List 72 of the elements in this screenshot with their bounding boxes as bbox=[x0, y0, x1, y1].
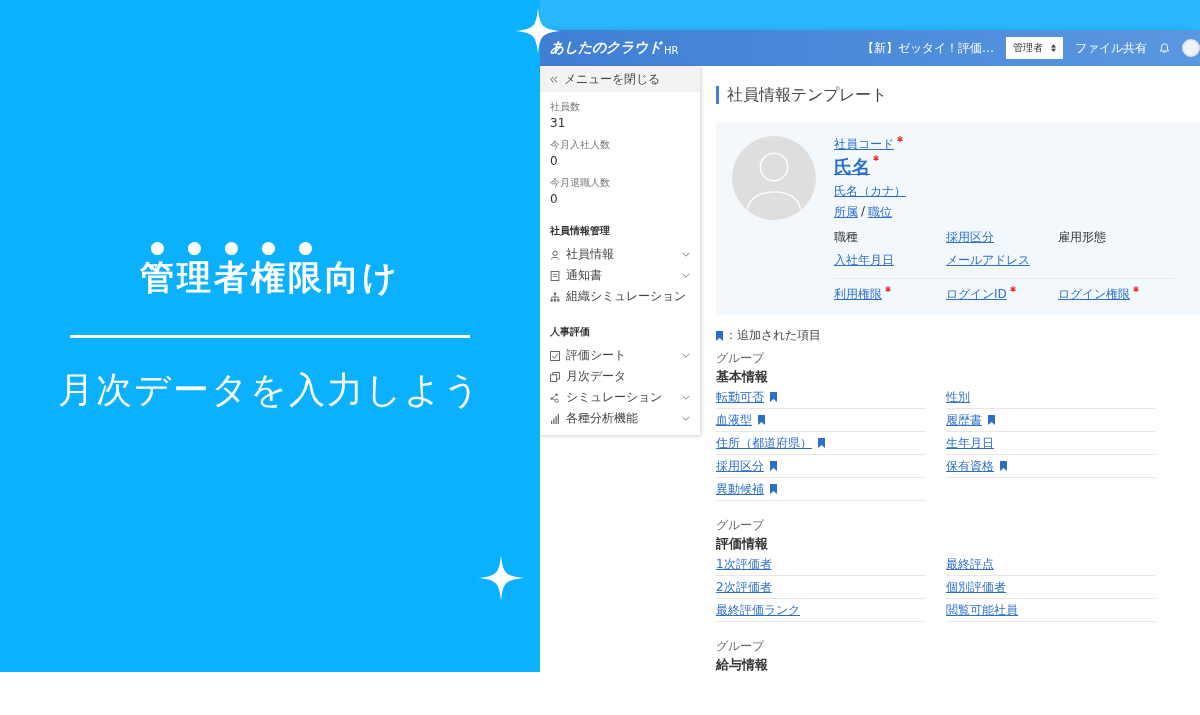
group-title: 給与情報 bbox=[716, 656, 769, 674]
menu-item[interactable]: 月次データ bbox=[540, 366, 700, 387]
subheadline: 月次データを入力しよう bbox=[58, 368, 482, 412]
menu-item[interactable]: 組織シミュレーション bbox=[540, 286, 700, 307]
field-link[interactable]: 転勤可否 bbox=[716, 388, 764, 406]
section-title: 社員情報管理 bbox=[549, 224, 611, 238]
field-link[interactable]: ログイン権限 bbox=[1058, 286, 1130, 303]
logo[interactable]: あしたのクラウド bbox=[550, 39, 662, 57]
stat-value: 0 bbox=[550, 154, 559, 168]
field-link[interactable]: 閲覧可能社員 bbox=[946, 601, 1018, 619]
name-kana-link[interactable]: 氏名（カナ） bbox=[834, 183, 906, 200]
nodes-icon bbox=[550, 392, 560, 403]
field-link[interactable]: 1次評価者 bbox=[716, 555, 772, 573]
bar-chart-icon bbox=[550, 413, 560, 424]
avatar[interactable] bbox=[1182, 39, 1200, 57]
close-menu-button[interactable]: メニューを閉じる bbox=[540, 66, 700, 92]
menu-item[interactable]: 社員情報 bbox=[540, 244, 700, 265]
field-link[interactable]: 血液型 bbox=[716, 411, 752, 429]
group-caption: グループ bbox=[716, 517, 766, 534]
field-link[interactable]: 保有資格 bbox=[946, 457, 994, 475]
logo-suffix: HR bbox=[664, 44, 679, 56]
name-link[interactable]: 氏名 bbox=[834, 155, 870, 179]
field-link[interactable]: 採用区分 bbox=[716, 457, 764, 475]
double-chevron-left-icon bbox=[550, 75, 558, 83]
field-link[interactable]: ログインID bbox=[946, 286, 1007, 303]
role-select[interactable]: 管理者 bbox=[1006, 37, 1063, 59]
group-title: 評価情報 bbox=[716, 535, 769, 553]
person-icon bbox=[550, 249, 560, 260]
menu-item[interactable]: シミュレーション bbox=[540, 387, 700, 408]
field-label: 雇用形態 bbox=[1058, 229, 1106, 246]
field-link[interactable]: 性別 bbox=[946, 388, 970, 406]
org-chart-icon bbox=[550, 291, 560, 302]
stat-label: 今月退職人数 bbox=[550, 176, 611, 190]
field-label: 職種 bbox=[834, 229, 858, 246]
stat-label: 今月入社人数 bbox=[550, 138, 611, 152]
stat-value: 31 bbox=[550, 116, 567, 130]
sort-arrows-icon bbox=[1051, 44, 1056, 52]
field-link[interactable]: 採用区分 bbox=[946, 229, 994, 246]
field-link[interactable]: 最終評点 bbox=[946, 555, 994, 573]
legend-text: ：追加された項目 bbox=[725, 327, 821, 344]
bell-icon[interactable] bbox=[1159, 42, 1170, 54]
field-link[interactable]: 履歴書 bbox=[946, 411, 982, 429]
headline: 管理者権限向け bbox=[140, 256, 400, 299]
field-link[interactable]: 異動候補 bbox=[716, 480, 764, 498]
position-link[interactable]: 職位 bbox=[868, 204, 893, 221]
field-link[interactable]: 住所（都道府県） bbox=[716, 434, 812, 452]
stat-label: 社員数 bbox=[550, 100, 581, 114]
field-link[interactable]: 利用権限 bbox=[834, 286, 882, 303]
separator: / bbox=[861, 204, 866, 218]
affiliation-link[interactable]: 所属 bbox=[834, 204, 858, 221]
copy-icon bbox=[550, 371, 560, 382]
field-link[interactable]: 入社年月日 bbox=[834, 252, 894, 269]
section-title: 人事評価 bbox=[549, 325, 591, 339]
document-icon bbox=[550, 270, 560, 281]
notice-link[interactable]: 【新】ゼッタイ！評価… bbox=[862, 39, 994, 57]
stat-value: 0 bbox=[550, 192, 559, 206]
field-link[interactable]: 生年月日 bbox=[946, 434, 994, 452]
file-share-link[interactable]: ファイル共有 bbox=[1075, 39, 1147, 57]
bookmark-icon bbox=[716, 330, 723, 341]
menu-item[interactable]: 通知書 bbox=[540, 265, 700, 286]
page-title: 社員情報テンプレート bbox=[716, 86, 1200, 104]
field-link[interactable]: 2次評価者 bbox=[716, 578, 772, 596]
menu-item[interactable]: 評価シート bbox=[540, 345, 700, 366]
menu-item[interactable]: 各種分析機能 bbox=[540, 408, 700, 429]
field-link[interactable]: 個別評価者 bbox=[946, 578, 1006, 596]
group-caption: グループ bbox=[716, 638, 766, 655]
field-link[interactable]: 最終評価ランク bbox=[716, 601, 800, 619]
checked-sheet-icon bbox=[550, 350, 560, 361]
group-caption: グループ bbox=[716, 350, 766, 367]
group-title: 基本情報 bbox=[716, 368, 769, 386]
field-link[interactable]: メールアドレス bbox=[946, 252, 1030, 269]
employee-code-link[interactable]: 社員コード bbox=[834, 136, 894, 153]
